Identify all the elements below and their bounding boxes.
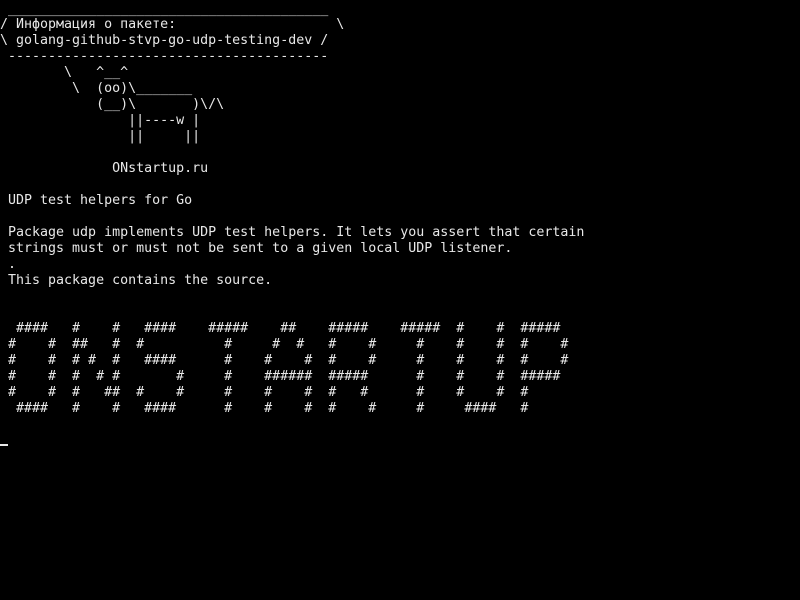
cow-art-line: ||----w | [0, 113, 201, 128]
cow-art-line: \ (oo)\_______ [0, 81, 193, 96]
ascii-banner-line: # # ## # # # # # # # # # # # # [0, 337, 569, 352]
cow-art-line: \ ^__^ [0, 65, 129, 80]
bubble-package-line: \ golang-github-stvp-go-udp-testing-dev … [0, 33, 329, 48]
ascii-banner-line: #### # # #### ##### ## ##### ##### # # #… [0, 321, 561, 336]
text-cursor [0, 444, 8, 446]
package-description-line: strings must or must not be sent to a gi… [0, 241, 513, 256]
package-description-line: This package contains the source. [0, 273, 273, 288]
package-description-line: Package udp implements UDP test helpers.… [0, 225, 585, 240]
terminal-console[interactable]: ________________________________________… [0, 0, 800, 600]
bubble-top-border: ________________________________________ [0, 2, 329, 17]
ascii-banner-line: #### # # #### # # # # # # #### # [0, 401, 529, 416]
ascii-banner-line: # # # # # #### # # # # # # # # # # [0, 353, 569, 368]
ascii-banner-line: # # # # # # # ###### ##### # # # ##### [0, 369, 561, 384]
site-name: ONstartup.ru [0, 161, 209, 176]
bubble-bottom-border: ---------------------------------------- [0, 49, 329, 64]
ascii-banner-line: # # # ## # # # # # # # # # # # [0, 385, 529, 400]
cow-art-line: || || [0, 129, 201, 144]
package-description-line: . [0, 257, 17, 272]
cow-art-line: (__)\ )\/\ [0, 97, 225, 112]
package-summary: UDP test helpers for Go [0, 193, 193, 208]
bubble-title-line: / Информация о пакете: \ [0, 17, 345, 32]
